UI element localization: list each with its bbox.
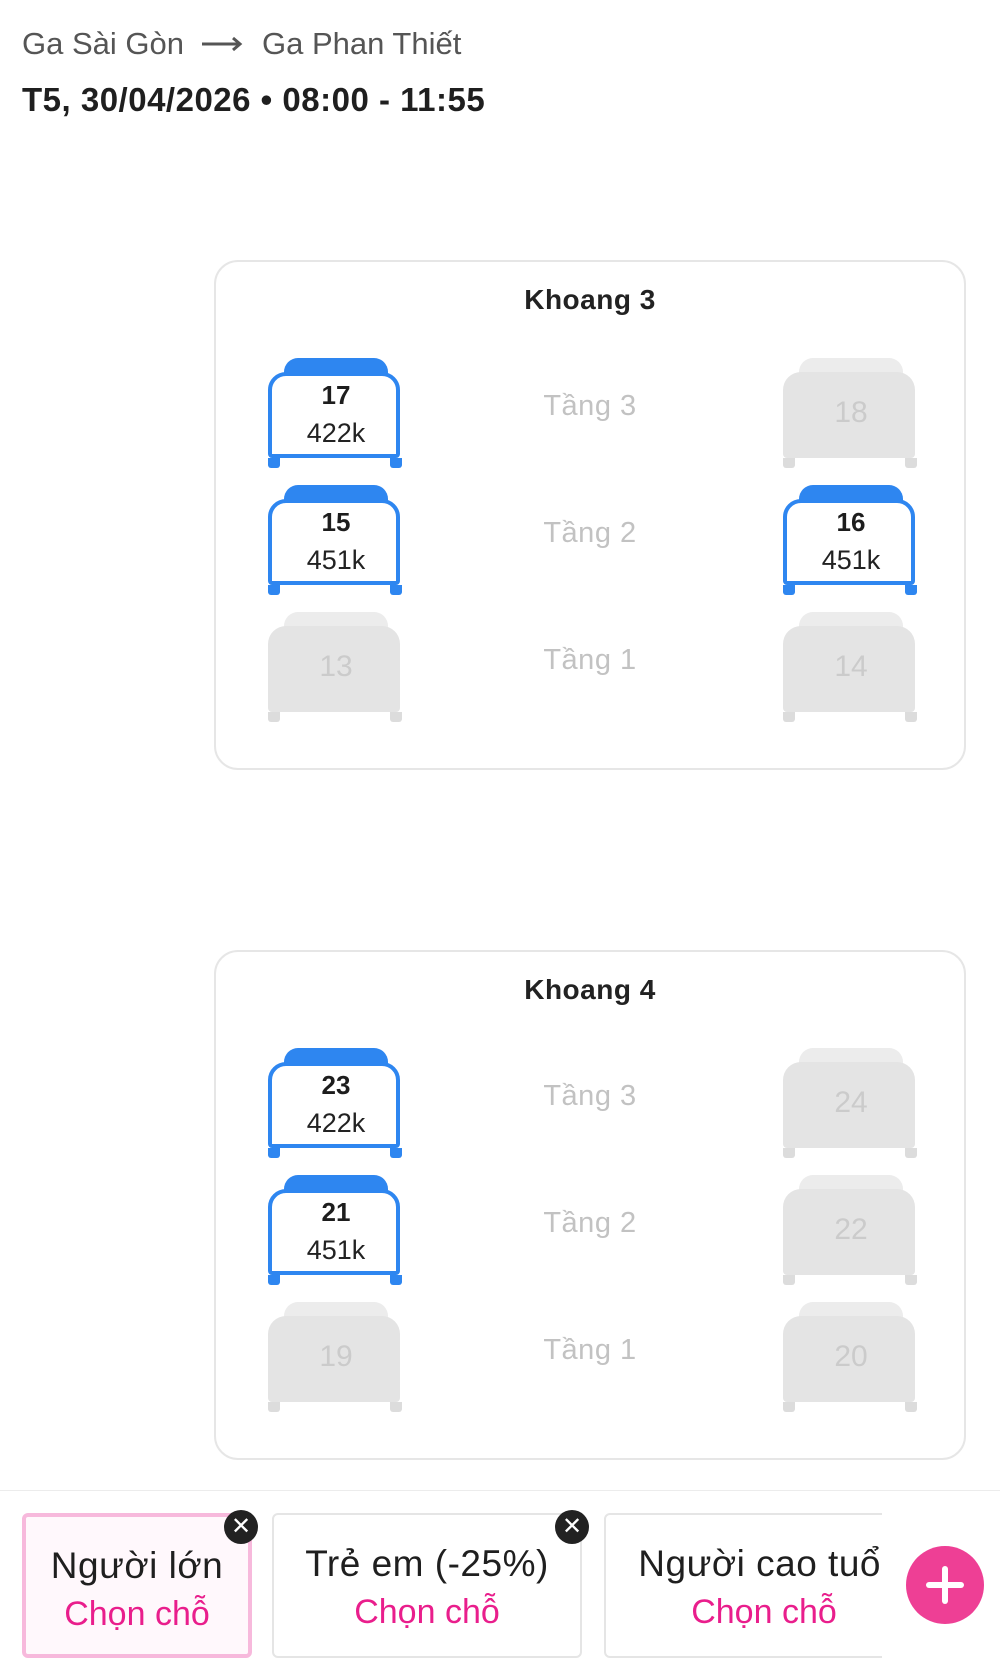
seat-14: 14 [781,612,921,722]
seat-23[interactable]: 23 422k [266,1048,406,1158]
route: Ga Sài Gòn Ga Phan Thiết [22,22,972,66]
seat-price: 451k [306,1235,366,1265]
seat-number: 20 [834,1340,868,1373]
seat-15[interactable]: 15 451k [266,485,406,595]
passenger-type-label: Người cao tuổi [638,1543,882,1584]
passenger-tab-senior[interactable]: Người cao tuổi Chọn chỗ [604,1513,882,1658]
berth-row: Tầng 3 23 422k 24 [216,1048,964,1158]
origin-station: Ga Sài Gòn [22,26,184,61]
compartment-4: Khoang 4 Tầng 3 23 422k 24 Tầng 2 21 451… [214,950,966,1460]
close-icon[interactable]: ✕ [224,1510,258,1544]
choose-seat-link[interactable]: Chọn chỗ [26,1595,248,1634]
berth-row: Tầng 1 13 14 [216,612,964,722]
seat-20: 20 [781,1302,921,1412]
seat-19: 19 [266,1302,406,1412]
seat-22: 22 [781,1175,921,1285]
seat-21[interactable]: 21 451k [266,1175,406,1285]
compartment-title: Khoang 4 [524,974,656,1005]
berth-row: Tầng 3 17 422k 18 [216,358,964,468]
passenger-type-label: Người lớn [50,1545,224,1586]
arrow-right-icon [201,36,244,52]
destination-station: Ga Phan Thiết [261,26,462,61]
seat-number: 16 [836,507,866,537]
seat-number: 13 [319,650,353,683]
seat-number: 22 [834,1213,868,1246]
passenger-bar: Người lớn Chọn chỗ Trẻ em (-25%) Chọn ch… [0,1490,1000,1670]
seat-number: 17 [321,380,351,410]
seat-number: 19 [319,1340,353,1373]
close-icon[interactable]: ✕ [555,1510,589,1544]
seat-13: 13 [266,612,406,722]
berth-row: Tầng 1 19 20 [216,1302,964,1412]
seat-number: 18 [834,396,868,429]
passenger-tab-adult[interactable]: Người lớn Chọn chỗ [22,1513,252,1658]
add-passenger-button[interactable] [906,1546,984,1624]
seat-number: 23 [321,1070,351,1100]
seat-price: 451k [306,545,366,575]
seat-price: 422k [306,1108,366,1138]
choose-seat-link[interactable]: Chọn chỗ [274,1593,580,1632]
seat-number: 21 [321,1197,351,1227]
seat-16[interactable]: 16 451k [781,485,921,595]
compartment-3: Khoang 3 Tầng 3 17 422k 18 Tầng 2 15 451… [214,260,966,770]
seat-18: 18 [781,358,921,468]
seat-17[interactable]: 17 422k [266,358,406,468]
berth-row: Tầng 2 15 451k 16 451k [216,485,964,595]
trip-datetime: T5, 30/04/2026 • 08:00 - 11:55 [22,81,486,118]
plus-icon [926,1566,964,1604]
seat-number: 24 [834,1086,868,1119]
compartment-title: Khoang 3 [524,284,656,315]
seat-price: 422k [306,418,366,448]
seat-24: 24 [781,1048,921,1158]
passenger-type-label: Trẻ em (-25%) [305,1543,549,1584]
seat-number: 14 [834,650,868,683]
trip-header: Ga Sài Gòn Ga Phan Thiết T5, 30/04/2026 … [22,22,972,119]
passenger-tabs: Người lớn Chọn chỗ Trẻ em (-25%) Chọn ch… [22,1513,882,1663]
passenger-tab-child[interactable]: Trẻ em (-25%) Chọn chỗ [272,1513,582,1658]
berth-row: Tầng 2 21 451k 22 [216,1175,964,1285]
seat-price: 451k [821,545,881,575]
choose-seat-link[interactable]: Chọn chỗ [606,1593,882,1632]
seat-number: 15 [321,507,351,537]
